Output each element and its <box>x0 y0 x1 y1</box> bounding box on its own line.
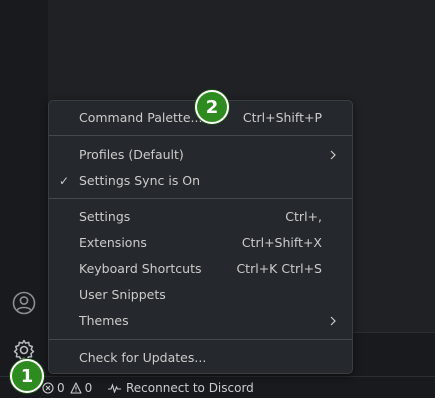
menu-item-label: Settings Sync is On <box>79 173 201 188</box>
menu-item-label: Extensions <box>79 235 147 250</box>
menu-item-label: Themes <box>79 313 129 328</box>
menu-item-shortcut: Ctrl+Shift+X <box>241 235 322 250</box>
menu-separator <box>49 135 352 136</box>
menu-item-keyboard-shortcuts[interactable]: Keyboard Shortcuts Ctrl+K Ctrl+S <box>49 257 352 281</box>
error-icon <box>42 381 54 394</box>
menu-item-label: Keyboard Shortcuts <box>79 261 202 276</box>
manage-menu: Command Palette... Ctrl+Shift+P Profiles… <box>48 100 353 374</box>
pulse-icon <box>108 382 121 393</box>
error-count: 0 <box>57 380 65 395</box>
menu-item-label: Profiles (Default) <box>79 147 184 162</box>
menu-item-shortcut: Ctrl+K Ctrl+S <box>236 261 322 276</box>
status-bar: 0 0 Reconnect to Discord <box>0 376 435 398</box>
menu-separator <box>49 198 352 199</box>
menu-item-label: Check for Updates... <box>79 350 207 365</box>
warning-count: 0 <box>84 380 93 395</box>
menu-separator <box>49 339 352 340</box>
step-badge-1: 1 <box>10 359 44 393</box>
chevron-right-icon <box>330 150 336 160</box>
menu-item-extensions[interactable]: Extensions Ctrl+Shift+X <box>49 231 352 255</box>
problems-status[interactable]: 0 0 <box>42 377 92 398</box>
discord-label: Reconnect to Discord <box>126 380 254 395</box>
menu-item-label: User Snippets <box>79 287 166 302</box>
discord-status[interactable]: Reconnect to Discord <box>108 377 254 398</box>
account-icon[interactable] <box>12 291 36 315</box>
menu-item-label: Command Palette... <box>79 110 203 125</box>
menu-item-shortcut: Ctrl+, <box>285 209 322 224</box>
menu-item-check-updates[interactable]: Check for Updates... <box>49 346 352 370</box>
chevron-right-icon <box>330 316 336 326</box>
menu-item-user-snippets[interactable]: User Snippets <box>49 283 352 307</box>
menu-item-settings[interactable]: Settings Ctrl+, <box>49 205 352 229</box>
warning-icon <box>70 381 82 394</box>
menu-item-settings-sync[interactable]: ✓ Settings Sync is On <box>49 169 352 193</box>
menu-item-label: Settings <box>79 209 131 224</box>
check-icon: ✓ <box>59 174 70 188</box>
step-badge-2: 2 <box>195 90 229 124</box>
menu-item-profiles[interactable]: Profiles (Default) <box>49 143 352 167</box>
menu-item-shortcut: Ctrl+Shift+P <box>242 110 322 125</box>
menu-item-themes[interactable]: Themes <box>49 309 352 333</box>
activity-bar <box>0 0 48 376</box>
